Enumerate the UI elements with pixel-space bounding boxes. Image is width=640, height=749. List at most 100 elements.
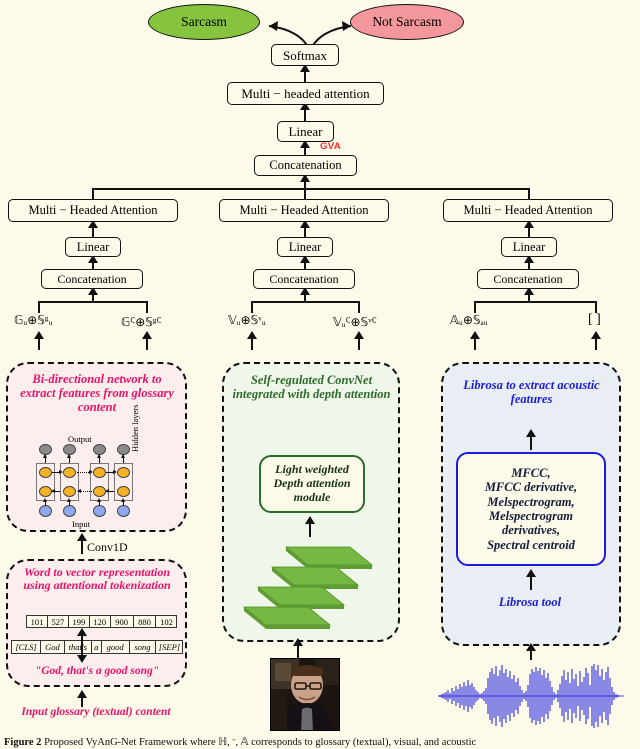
acoustic-feature-item: derivatives, [502, 523, 560, 538]
branch-visual-attention-box: Multi − Headed Attention [219, 199, 389, 222]
bilstm-up-arrow [121, 454, 125, 458]
visual-input-frame [270, 658, 340, 731]
visual-fork-bar [251, 301, 360, 303]
branch-acoustic-linear-box: Linear [501, 237, 557, 257]
convstack-to-module-arrow [305, 516, 315, 524]
branch-visual-attention-label: Multi − Headed Attention [239, 203, 369, 218]
acoustic-feature-item: Melspectrogram, [487, 494, 575, 509]
bilstm-output-label: Output [68, 434, 92, 444]
acoustic-feature-item: Melspectrogram [488, 509, 574, 523]
token-word-cell: song [128, 640, 157, 654]
branch-acoustic-attention-box: Multi − Headed Attention [443, 199, 613, 222]
bilstm-hidden-node [63, 486, 76, 497]
glossary-feature-right: 𝔾ꟲ⊕𝕊ᵍꟲ [121, 315, 162, 329]
bilstm-backward-arrow [105, 489, 109, 493]
token-id-cell: 527 [46, 615, 69, 628]
tokenization-sentence: "God, that's a good song" [34, 665, 160, 677]
bilstm-input-node [117, 505, 130, 517]
token-attention-link [81, 630, 83, 656]
branch-acoustic-linear-label: Linear [512, 239, 546, 254]
branch-acoustic-concat-box: Concatenation [477, 269, 579, 289]
acoustic-panel-title: Librosa to extract acoustic features [463, 378, 600, 406]
face-to-panel-arrow [293, 638, 303, 646]
bilstm-input-node [63, 505, 76, 517]
branch-acoustic-attention-label: Multi − Headed Attention [463, 203, 593, 218]
figure-caption: Figure 2 Proposed VyAnG-Net Framework wh… [4, 736, 640, 748]
glossary-feature-left: 𝔾ᵤ⊕𝕊ᵍᵤ [14, 313, 53, 327]
softmax-label: Softmax [282, 47, 328, 63]
output-sarcasm: Sarcasm [148, 4, 260, 40]
conv1d-arrow [77, 533, 87, 541]
token-attention-arrow-down [77, 655, 87, 663]
branch-visual-linear-box: Linear [277, 237, 333, 257]
features-to-title-arrow [526, 429, 536, 437]
bilstm-input-node [93, 505, 106, 517]
depth-attention-module: Light weighted Depth attention module [259, 455, 365, 513]
acoustic-feature-left: 𝔸ᵤ⊕𝕊ₐᵤ [450, 313, 488, 327]
conv-layer-stack [242, 546, 374, 629]
branch-glossary-concat-box: Concatenation [41, 269, 143, 289]
fusion-multiheaded-attention-box: Multi − headed attention [227, 82, 384, 105]
bilstm-forward-arrow [59, 470, 63, 474]
token-word-cell: good [100, 640, 130, 654]
acoustic-feature-item: MFCC, [511, 465, 551, 480]
bilstm-backward-arrow [51, 489, 55, 493]
bilstm-up-arrow [67, 454, 71, 458]
visual-feed-left-arrow [247, 331, 257, 339]
bilstm-hidden-node [39, 467, 52, 478]
branch-visual-concat-label: Concatenation [269, 272, 339, 286]
output-sarcasm-label: Sarcasm [181, 14, 227, 29]
input-glossary-arrow [77, 690, 87, 698]
branch-glossary-concat-label: Concatenation [57, 272, 127, 286]
bilstm-forward-arrow [113, 470, 117, 474]
bilstm-up-arrow [97, 454, 101, 458]
bilstm-up-arrow [43, 454, 47, 458]
branch-bus [93, 188, 530, 190]
token-id-cell: 880 [132, 615, 157, 628]
token-word-cell: God [39, 640, 65, 654]
bilstm-hidden-node [93, 467, 106, 478]
conv1d-label: Conv1D [87, 540, 128, 554]
acoustic-fork-left [474, 301, 476, 313]
branch-visual-linear-label: Linear [288, 239, 322, 254]
glossary-feed-left-arrow [34, 331, 44, 339]
acoustic-waveform [438, 660, 624, 732]
fusion-linear-box: Linear [277, 121, 334, 142]
output-not-sarcasm: Not Sarcasm [350, 4, 464, 40]
glossary-fork-left [38, 301, 40, 313]
visual-fork-left [251, 301, 253, 313]
librosa-tool-label: Librosa tool [498, 595, 562, 609]
token-word-row: [CLS] God that's a good song [SEP] [11, 640, 184, 654]
visual-fork-right [358, 301, 360, 313]
bilstm-input-label: Input [72, 519, 90, 529]
token-id-cell: 102 [155, 615, 178, 628]
acoustic-feature-item: MFCC derivative, [484, 480, 578, 495]
token-word-cell: that's [63, 640, 92, 654]
acoustic-feature-item: Spectral centroid [487, 537, 575, 552]
softmax-box: Softmax [271, 44, 339, 66]
depth-attention-module-label: Light weighted Depth attention module [273, 462, 351, 504]
token-id-cell: 199 [67, 615, 90, 628]
branch-visual-concat-box: Concatenation [253, 269, 355, 289]
visual-feed-right-arrow [354, 331, 364, 339]
token-id-row: 101 527 199 120 900 880 102 [26, 615, 178, 628]
tool-to-features-arrow [526, 569, 536, 577]
token-id-cell: 900 [109, 615, 134, 628]
acoustic-feed-right-arrow [591, 331, 601, 339]
bilstm-hidden-node [117, 486, 130, 497]
acoustic-fork-bar [474, 301, 597, 303]
visual-feature-right: 𝕍ᵤꟲ⊕𝕊ᵛꟲ [333, 315, 377, 329]
acoustic-feed-left-arrow [470, 331, 480, 339]
figure-caption-text: Proposed VyAnG-Net Framework where ℍ, ᵔ,… [41, 737, 477, 748]
bilstm-forward-arrow [89, 470, 93, 474]
figure-caption-prefix: Figure 2 [4, 737, 42, 748]
token-word-cell: [CLS] [11, 640, 41, 654]
acoustic-feature-right: [ ] [588, 312, 601, 327]
bilstm-hidden-node [117, 467, 130, 478]
bilstm-input-arrow [43, 498, 47, 502]
bilstm-hidden-label: Hidden layers [130, 404, 140, 452]
fusion-concatenation-label: Concatenation [269, 158, 342, 173]
bilstm-hidden-node [63, 467, 76, 478]
bilstm-input-arrow [97, 498, 101, 502]
token-id-cell: 101 [26, 615, 48, 628]
